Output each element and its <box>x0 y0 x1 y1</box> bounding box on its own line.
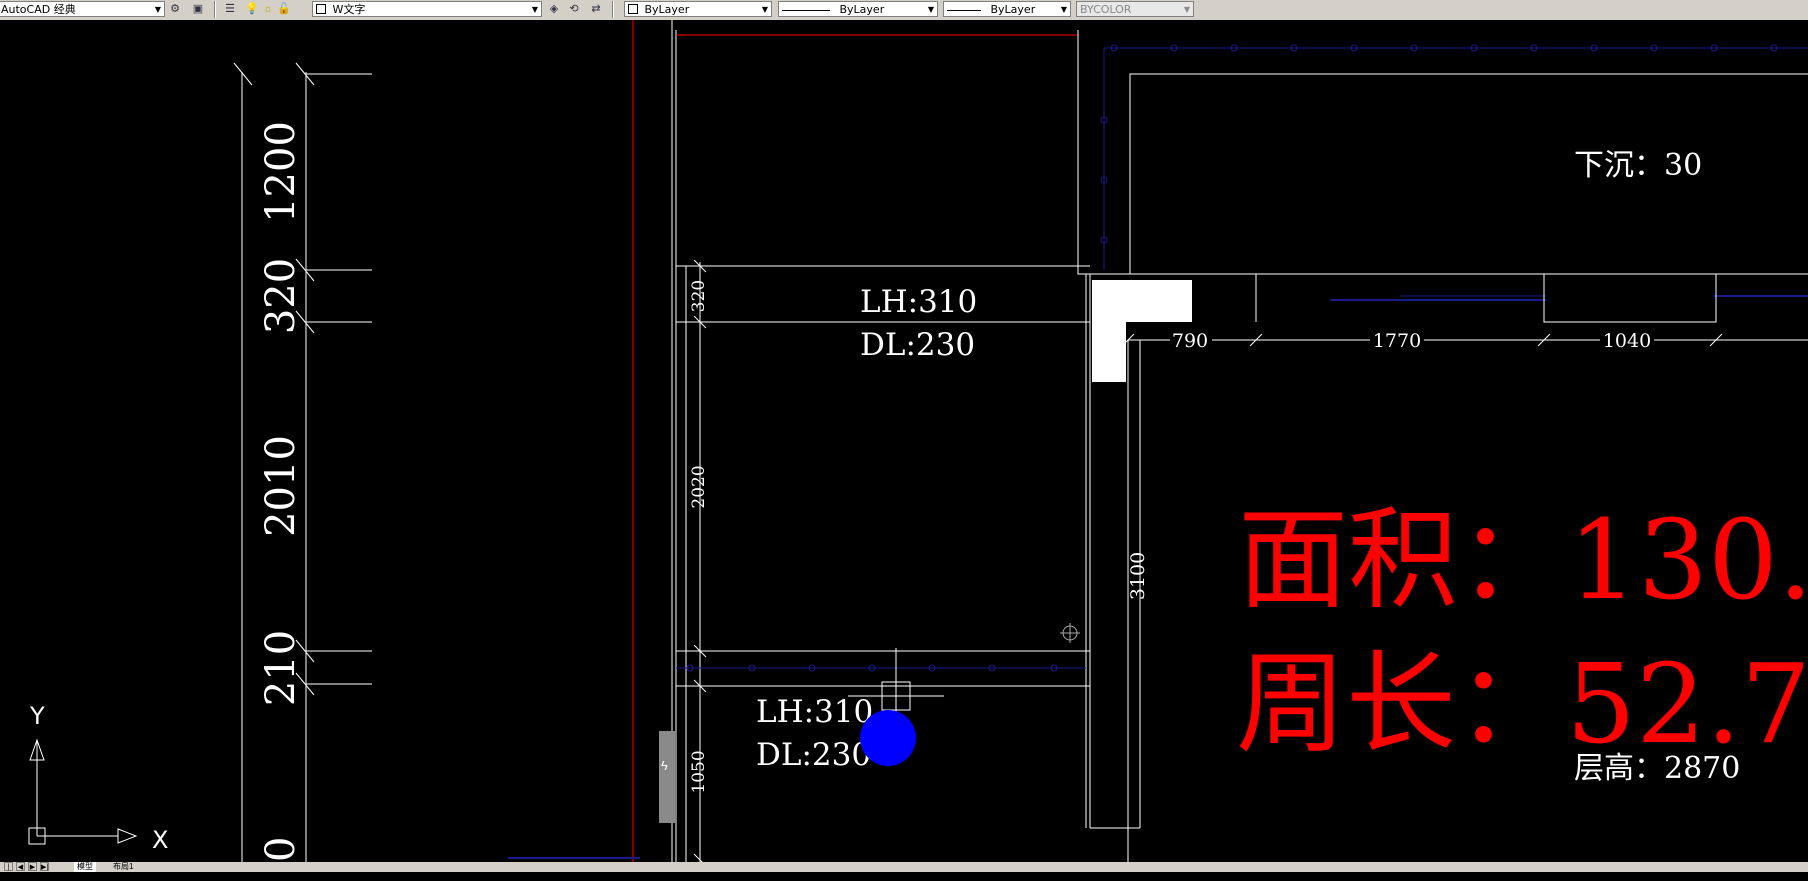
blue-marker-dot <box>860 710 916 766</box>
make-current-layer-icon[interactable]: ◈ <box>546 2 562 17</box>
dim-text-210: 210 <box>258 630 304 706</box>
wall-grip <box>659 731 675 823</box>
workspace-settings-icon[interactable]: ⚙ <box>167 2 183 17</box>
workspace-label: AutoCAD 经典 <box>1 3 76 16</box>
dim-text-320-mid: 320 <box>689 280 709 312</box>
chevron-down-icon: ▼ <box>1183 5 1190 14</box>
plot-style-value: BYCOLOR <box>1080 3 1132 16</box>
layer-dropdown[interactable]: W文字 ▼ <box>312 1 542 17</box>
chevron-down-icon: ▼ <box>154 5 161 14</box>
layer-manager-icon[interactable]: ☰ <box>222 2 238 17</box>
color-value: ByLayer <box>644 3 690 16</box>
perimeter-label: 周长：52.7 <box>1236 640 1808 768</box>
dim-text-1050: 1050 <box>689 750 709 793</box>
dim-text-50: 50 <box>258 837 304 862</box>
layer-freeze-icon[interactable]: ☼ <box>260 2 276 17</box>
layer-match-icon[interactable]: ⇄ <box>588 2 604 17</box>
dim-text-2010: 2010 <box>258 435 304 537</box>
tab-layout1[interactable]: 布局1 <box>110 862 137 872</box>
dim-text-320: 320 <box>258 258 304 334</box>
chevron-down-icon: ▼ <box>1060 5 1067 14</box>
last-tab-button[interactable]: ▶| <box>40 862 49 871</box>
dim-text-1770: 1770 <box>1373 330 1421 352</box>
first-tab-button[interactable]: |◀ <box>4 862 13 880</box>
lineweight-value: ByLayer <box>990 3 1036 16</box>
color-swatch <box>628 4 638 14</box>
layer-lock-icon[interactable]: 🔓 <box>276 2 292 17</box>
dim-text-1200: 1200 <box>258 121 304 223</box>
workspace-toggle-icon[interactable]: ▣ <box>190 2 206 17</box>
drawing-canvas[interactable]: 1200 320 2010 210 50 320 2020 1050 LH:31… <box>0 20 1808 862</box>
layer-previous-icon[interactable]: ⟲ <box>566 2 582 17</box>
layout-tab-bar: |◀ ◀ ▶ ▶| 模型 布局1 <box>0 862 1808 880</box>
lineweight-dropdown[interactable]: ByLayer ▼ <box>943 1 1071 17</box>
next-tab-button[interactable]: ▶ <box>28 862 37 871</box>
room-label-lh: LH:310 <box>756 694 873 730</box>
layer-on-icon[interactable]: 💡 <box>244 2 260 17</box>
linetype-dropdown[interactable]: ByLayer ▼ <box>778 1 938 17</box>
wall-grip-symbol: ϟ <box>661 758 668 773</box>
sink-label: 下沉：30 <box>1574 148 1702 183</box>
chevron-down-icon: ▼ <box>761 5 768 14</box>
lineweight-sample <box>947 9 981 11</box>
floor-height-label: 层高：2870 <box>1574 751 1740 786</box>
room-label-dl: DL:230 <box>860 327 975 363</box>
room-label-dl: DL:230 <box>756 737 871 773</box>
room-label-lh: LH:310 <box>860 284 977 320</box>
linetype-sample <box>782 9 830 11</box>
dim-text-3100: 3100 <box>1127 552 1149 600</box>
layer-color-swatch <box>316 4 326 14</box>
tab-model[interactable]: 模型 <box>74 862 96 872</box>
workspace-dropdown[interactable]: AutoCAD 经典 ▼ <box>0 1 165 17</box>
prev-tab-button[interactable]: ◀ <box>16 862 25 871</box>
layer-name: W文字 <box>332 3 366 16</box>
toolbar-separator <box>612 1 614 18</box>
dim-text-790: 790 <box>1172 330 1208 352</box>
chevron-down-icon: ▼ <box>927 5 934 14</box>
plot-style-dropdown[interactable]: BYCOLOR ▼ <box>1076 1 1194 17</box>
ucs-x-label: X <box>152 826 168 854</box>
dim-text-1040: 1040 <box>1603 330 1651 352</box>
toolbar: AutoCAD 经典 ▼ ⚙ ▣ ☰ 💡 ☼ 🔓 W文字 ▼ ◈ ⟲ ⇄ ByL… <box>0 0 1808 20</box>
linetype-value: ByLayer <box>839 3 885 16</box>
area-label: 面积：130. <box>1238 496 1808 624</box>
color-dropdown[interactable]: ByLayer ▼ <box>624 1 772 17</box>
dim-text-2020: 2020 <box>689 465 709 508</box>
toolbar-separator <box>214 1 216 18</box>
chevron-down-icon: ▼ <box>531 5 538 14</box>
ucs-y-label: Y <box>29 702 45 730</box>
